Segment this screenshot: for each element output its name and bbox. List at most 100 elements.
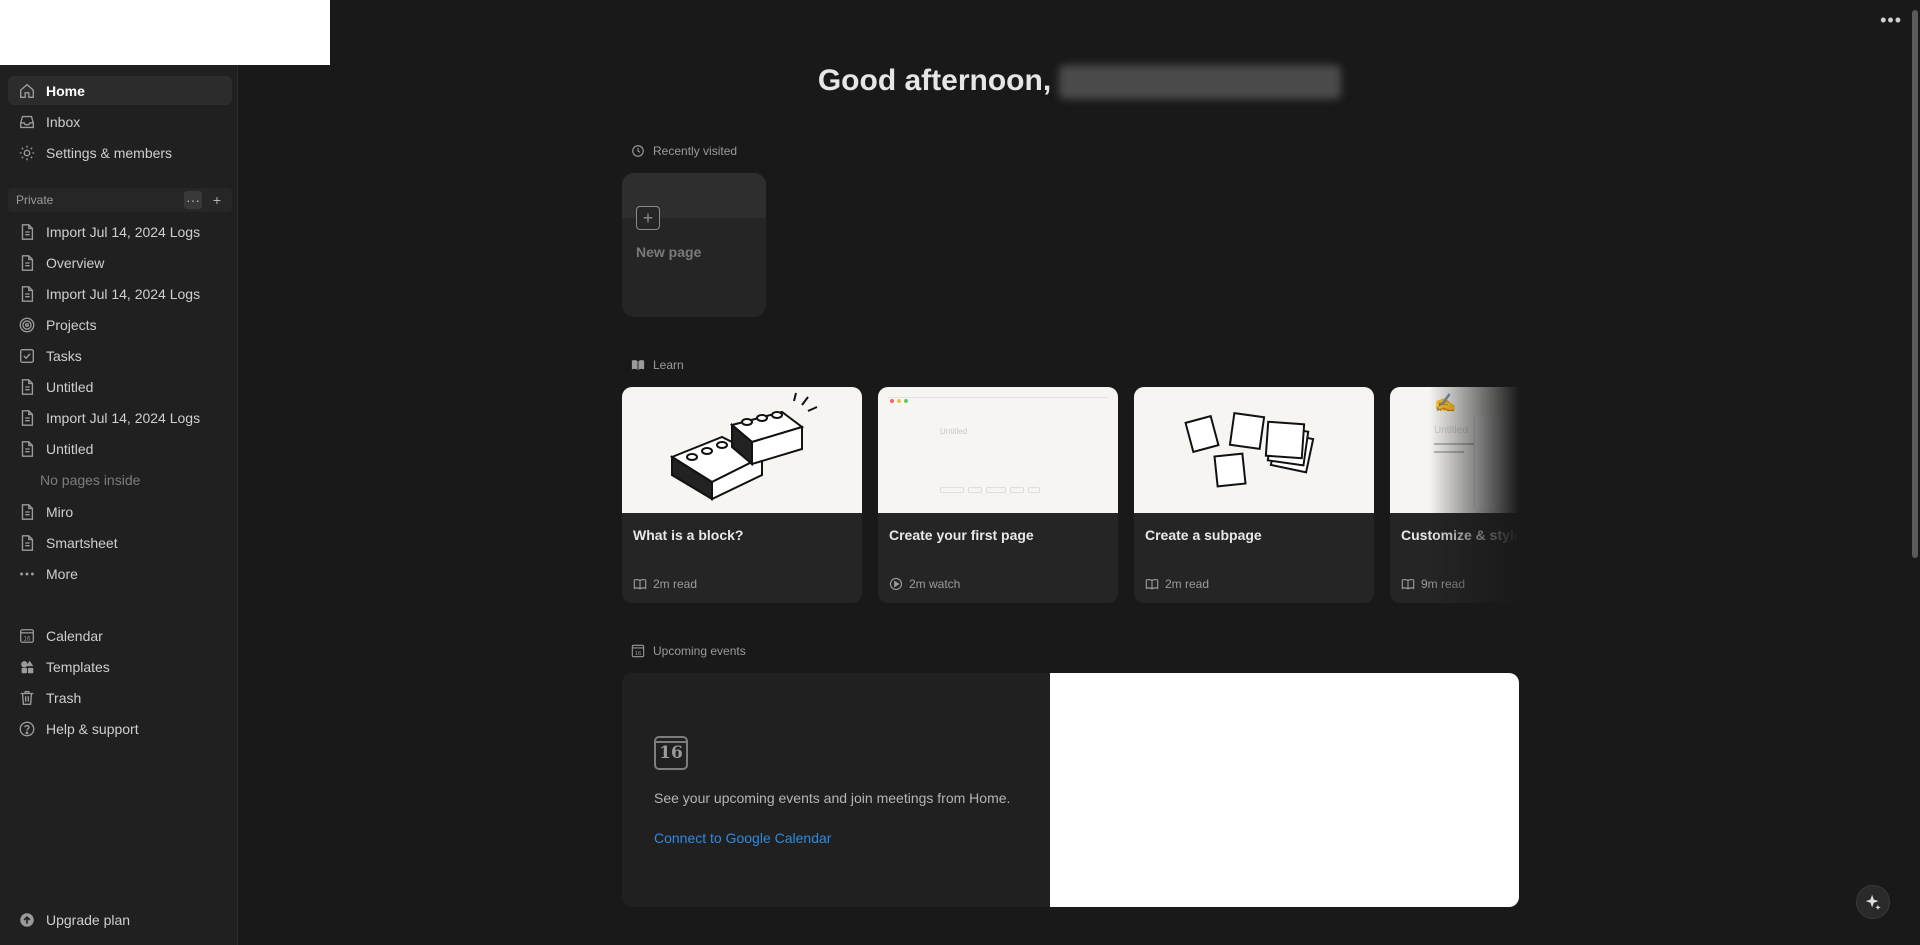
learn-card-subpage[interactable]: Create a subpage 2m read	[1134, 387, 1374, 603]
page-icon	[18, 534, 36, 552]
sidebar-item-settings[interactable]: Settings & members	[8, 138, 232, 167]
inbox-icon	[18, 113, 36, 131]
calendar-big-icon: 16	[654, 736, 688, 770]
sidebar-page-miro[interactable]: Miro	[8, 497, 232, 526]
sidebar-item-label: Calendar	[46, 627, 103, 644]
learn-card-customize[interactable]: ✍ Untitled Customize & style content 9m …	[1390, 387, 1519, 603]
learn-card-meta: 2m read	[633, 577, 697, 591]
customize-content-thumbnail: ✍ Untitled	[1390, 387, 1519, 513]
sidebar-item-label: Inbox	[46, 113, 81, 130]
help-icon	[18, 720, 36, 738]
upgrade-arrow-icon	[18, 911, 36, 929]
book-icon	[1145, 579, 1159, 590]
play-icon	[889, 577, 903, 591]
upgrade-plan-button[interactable]: Upgrade plan	[8, 905, 232, 934]
sidebar-item-label: More	[46, 565, 78, 582]
main-content: ••• Good afternoon, Recently visited + N…	[239, 0, 1920, 945]
sidebar-item-label: Templates	[46, 658, 110, 675]
home-icon	[18, 82, 36, 100]
section-label: Recently visited	[653, 144, 738, 158]
page-icon	[18, 440, 36, 458]
section-label: Upcoming events	[653, 644, 746, 658]
section-title: Private	[16, 193, 54, 207]
sidebar-item-trash[interactable]: Trash	[8, 683, 232, 712]
sidebar-item-label: Overview	[46, 254, 105, 271]
sparkle-icon	[1865, 894, 1881, 911]
gear-icon	[18, 144, 36, 162]
sidebar-item-more[interactable]: More	[8, 559, 232, 588]
add-page-icon[interactable]: +	[208, 191, 226, 209]
book-icon	[1401, 579, 1415, 590]
upgrade-plan-label: Upgrade plan	[46, 911, 131, 928]
sidebar-item-help[interactable]: Help & support	[8, 714, 232, 743]
sidebar-page-import-logs-2[interactable]: Import Jul 14, 2024 Logs	[8, 279, 232, 308]
sidebar-page-untitled-1[interactable]: Untitled	[8, 372, 232, 401]
sidebar-item-label: Import Jul 14, 2024 Logs	[46, 223, 201, 240]
svg-text:16: 16	[23, 635, 31, 642]
thumb-page-title: Untitled	[1434, 425, 1468, 436]
sidebar-item-home[interactable]: Home	[8, 76, 232, 105]
page-icon	[18, 503, 36, 521]
page-title: Good afternoon,	[239, 64, 1920, 100]
sidebar-page-import-logs-1[interactable]: Import Jul 14, 2024 Logs	[8, 217, 232, 246]
sidebar-page-smartsheet[interactable]: Smartsheet	[8, 528, 232, 557]
sidebar-page-untitled-2[interactable]: Untitled	[8, 434, 232, 463]
events-preview-panel	[1050, 673, 1519, 907]
notion-app: Home Inbox Settings & members Private ··…	[0, 0, 1920, 945]
clock-icon	[631, 144, 645, 158]
blurred-user-name	[1059, 65, 1342, 100]
lego-bricks-illustration	[622, 387, 862, 513]
sidebar-item-calendar[interactable]: 16 Calendar	[8, 621, 232, 650]
sidebar-page-overview[interactable]: Overview	[8, 248, 232, 277]
learn-card-meta: 2m read	[1145, 577, 1209, 591]
sidebar-item-label: Smartsheet	[46, 534, 118, 551]
learn-card-first-page[interactable]: Untitled Create your first page 2m watch	[878, 387, 1118, 603]
new-page-label: New page	[636, 244, 702, 260]
ellipsis-icon	[18, 565, 36, 583]
learn-card-block[interactable]: What is a block? 2m read	[622, 387, 862, 603]
target-icon	[18, 316, 36, 334]
page-icon	[18, 378, 36, 396]
new-page-card[interactable]: + New page	[622, 173, 766, 317]
sidebar-item-label: Home	[46, 82, 85, 99]
scrollbar[interactable]	[1910, 0, 1920, 945]
private-section-header[interactable]: Private ··· +	[8, 188, 232, 212]
page-icon	[18, 285, 36, 303]
thumb-page-title: Untitled	[940, 427, 968, 436]
calendar-icon: 16	[631, 644, 645, 658]
sidebar-item-label: Untitled	[46, 378, 94, 395]
greeting-text: Good afternoon,	[817, 64, 1052, 97]
sidebar-item-label: Help & support	[46, 720, 139, 737]
book-icon	[633, 579, 647, 590]
sidebar-item-templates[interactable]: Templates	[8, 652, 232, 681]
learn-card-title: Create a subpage	[1145, 527, 1262, 543]
section-label: Learn	[653, 358, 684, 372]
page-icon	[18, 254, 36, 272]
learn-card-title: What is a block?	[633, 527, 744, 543]
more-options-icon[interactable]: ···	[184, 191, 202, 209]
learn-card-meta: 9m read	[1401, 577, 1465, 591]
svg-text:16: 16	[635, 651, 641, 657]
events-description: See your upcoming events and join meetin…	[654, 790, 1011, 806]
sidebar-item-label: Projects	[46, 316, 97, 333]
more-options-icon[interactable]: •••	[1880, 10, 1902, 31]
first-page-screenshot-thumbnail: Untitled	[878, 387, 1118, 513]
learn-card-title: Create your first page	[889, 527, 1034, 543]
sidebar-item-label: Import Jul 14, 2024 Logs	[46, 285, 201, 302]
upcoming-events-header: 16 Upcoming events	[631, 644, 746, 658]
sidebar-item-label: Untitled	[46, 440, 94, 457]
learn-carousel: What is a block? 2m read Untitled Create…	[622, 387, 1519, 603]
sidebar-item-inbox[interactable]: Inbox	[8, 107, 232, 136]
sidebar-item-label: Settings & members	[46, 144, 173, 161]
sidebar-item-label: Tasks	[46, 347, 82, 364]
learn-card-title: Customize & style content	[1401, 527, 1519, 543]
book-open-icon	[631, 358, 645, 372]
sidebar-page-import-logs-3[interactable]: Import Jul 14, 2024 Logs	[8, 403, 232, 432]
connect-google-calendar-link[interactable]: Connect to Google Calendar	[654, 830, 831, 846]
recently-visited-header: Recently visited	[631, 144, 737, 158]
sidebar-page-projects[interactable]: Projects	[8, 310, 232, 339]
redacted-workspace-switcher	[0, 0, 330, 65]
sidebar-page-tasks[interactable]: Tasks	[8, 341, 232, 370]
ai-sparkle-button[interactable]	[1856, 885, 1890, 919]
sticky-notes-illustration	[1134, 387, 1374, 513]
